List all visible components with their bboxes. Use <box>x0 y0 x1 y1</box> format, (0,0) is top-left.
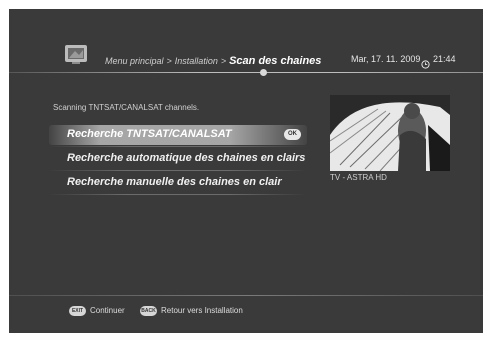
preview-channel-label: TV - ASTRA HD <box>330 173 387 182</box>
menu-item-label: Recherche automatique des chaines en cla… <box>67 152 306 164</box>
tv-preview-window <box>330 95 450 171</box>
breadcrumb-separator: > <box>220 56 227 66</box>
header: Menu principal > Installation > Scan des cha… <box>9 9 483 76</box>
continue-hint: Continuer <box>90 306 125 315</box>
back-hint: Retour vers Installation <box>161 306 243 315</box>
time-display: 21:44 <box>433 54 456 64</box>
menu-item-recherche-automatique[interactable]: Recherche automatique des chaines en cla… <box>49 149 307 169</box>
back-button-icon[interactable]: BACK <box>140 306 157 316</box>
footer: EXIT Continuer BACK Retour vers Installa… <box>9 295 483 333</box>
menu-divider <box>49 170 307 171</box>
page-title: Scan des chaines <box>229 55 322 67</box>
exit-button-icon[interactable]: EXIT <box>69 306 86 316</box>
scan-description: Scanning TNTSAT/CANALSAT channels. <box>53 103 200 112</box>
header-divider <box>9 72 483 73</box>
menu-divider <box>49 146 307 147</box>
date-display: Mar, 17. 11. 2009 <box>351 54 421 64</box>
breadcrumb-item-menu-principal: Menu principal <box>105 56 164 66</box>
tv-icon <box>64 43 90 65</box>
menu-item-label: Recherche TNTSAT/CANALSAT <box>67 128 232 140</box>
breadcrumb-separator: > <box>166 56 172 66</box>
menu-item-label: Recherche manuelle des chaines en clair <box>67 176 282 188</box>
ok-button-icon: OK <box>284 129 301 140</box>
clock-icon <box>421 54 430 69</box>
header-divider-marker <box>260 69 267 76</box>
preview-image <box>330 95 450 171</box>
breadcrumb: Menu principal > Installation > Scan des cha… <box>105 55 321 67</box>
breadcrumb-item-installation: Installation <box>174 56 218 66</box>
tv-screen: Menu principal > Installation > Scan des cha… <box>9 9 483 333</box>
menu-item-recherche-manuelle[interactable]: Recherche manuelle des chaines en clair <box>49 173 307 193</box>
menu-divider <box>49 194 307 195</box>
menu-item-recherche-tntsat-canalsat[interactable]: Recherche TNTSAT/CANALSAT OK <box>49 125 307 145</box>
footer-divider <box>9 295 483 296</box>
